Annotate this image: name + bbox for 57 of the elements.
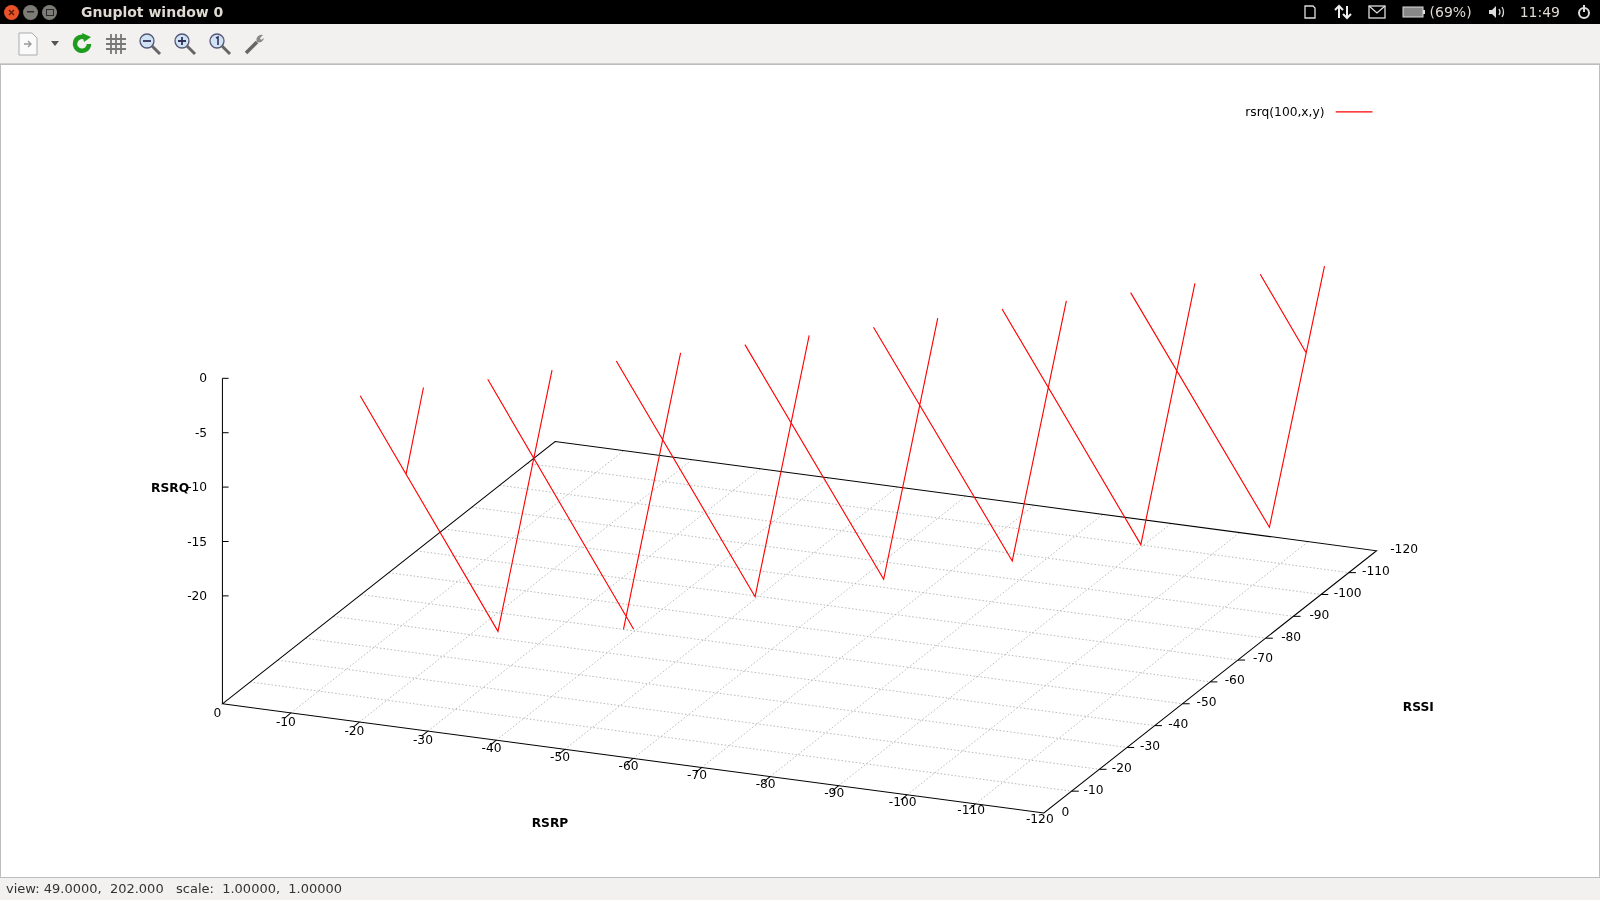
z-axis-tick-label: 0	[199, 371, 208, 386]
z-axis-tick-label: -20	[187, 588, 208, 603]
y-axis-tick-label: -110	[1361, 563, 1390, 578]
y-axis-tick-label: -60	[1224, 673, 1245, 688]
x-axis-tick-label: -70	[687, 768, 708, 782]
z-axis-tick-label: -10	[187, 480, 208, 495]
x-axis-tick-label: -100	[888, 794, 917, 809]
legend-line-sample	[1335, 111, 1374, 113]
y-axis-label: RSSI	[1402, 700, 1434, 714]
refresh-icon[interactable]	[70, 31, 94, 56]
x-axis-tick-label: -120	[1025, 812, 1054, 827]
mail-icon[interactable]	[1367, 5, 1386, 19]
battery-percentage: (69%)	[1429, 2, 1472, 22]
x-axis-tick-label: -20	[344, 723, 365, 738]
x-axis-label: RSRP	[531, 816, 569, 831]
zoom-out-icon[interactable]	[138, 31, 162, 56]
network-arrows-icon[interactable]	[1333, 4, 1352, 20]
y-axis-tick-label: -80	[1281, 629, 1302, 644]
y-axis-tick-label: 0	[1061, 805, 1070, 820]
x-axis-tick-label: -10	[275, 714, 296, 729]
window-title: Gnuplot window 0	[81, 2, 224, 22]
zoom-in-icon[interactable]	[173, 31, 197, 56]
x-axis-tick-label: -60	[618, 759, 639, 774]
maximize-button[interactable]	[42, 4, 57, 20]
y-axis-tick-label: -70	[1252, 651, 1273, 666]
y-axis-tick-label: -90	[1309, 607, 1330, 622]
battery-icon[interactable]	[1401, 6, 1426, 18]
x-axis-tick-label: -80	[755, 776, 776, 791]
y-axis-tick-label: -20	[1111, 761, 1132, 776]
dropdown-caret-icon[interactable]	[51, 41, 59, 46]
x-axis-tick-label: -40	[481, 741, 502, 756]
clock[interactable]: 11:49	[1519, 1, 1560, 23]
z-axis-tick-label: -5	[194, 425, 208, 440]
y-axis-tick-label: -10	[1083, 783, 1104, 798]
status-text: view: 49.0000, 202.000 scale: 1.00000, 1.00000	[6, 880, 343, 899]
y-axis-tick-label: -50	[1196, 695, 1217, 710]
minimize-button[interactable]	[23, 4, 38, 20]
x-axis-tick-label: -110	[957, 803, 986, 818]
y-axis-tick-label: -40	[1168, 717, 1189, 732]
z-axis-tick-label: -15	[187, 534, 208, 549]
x-axis-tick-label: 0	[213, 706, 222, 721]
power-gear-icon[interactable]	[1576, 4, 1592, 20]
y-axis-tick-label: -120	[1390, 541, 1418, 556]
close-icon	[8, 8, 15, 16]
maximize-icon	[45, 8, 54, 16]
y-axis-tick-label: -30	[1140, 739, 1160, 754]
z-axis-label: RSRQ	[151, 480, 190, 495]
grid-icon[interactable]	[105, 32, 127, 55]
sd-card-icon[interactable]	[1301, 4, 1318, 20]
x-axis-tick-label: -90	[824, 785, 845, 800]
zoom-original-icon[interactable]	[208, 31, 232, 56]
close-button[interactable]	[4, 4, 19, 20]
x-axis-tick-label: -50	[550, 750, 570, 765]
x-axis-tick-label: -30	[412, 732, 433, 747]
minimize-icon	[27, 11, 34, 13]
y-axis-tick-label: -100	[1333, 585, 1362, 600]
legend-label: rsrq(100,x,y)	[1245, 105, 1325, 120]
